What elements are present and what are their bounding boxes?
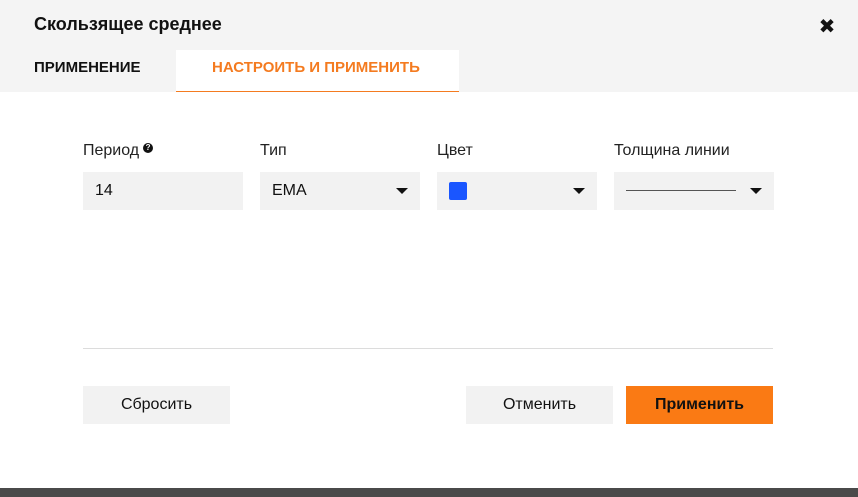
- apply-button[interactable]: Применить: [626, 386, 773, 424]
- tab-apply[interactable]: ПРИМЕНЕНИЕ: [34, 50, 176, 92]
- close-icon[interactable]: ✖: [816, 15, 838, 38]
- help-icon[interactable]: ?: [143, 143, 154, 153]
- tab-configure-label: НАСТРОИТЬ И ПРИМЕНИТЬ: [212, 59, 420, 76]
- footer-bar: [0, 488, 858, 497]
- type-value: EMA: [272, 182, 307, 199]
- chevron-down-icon: [573, 188, 585, 194]
- tab-apply-label: ПРИМЕНЕНИЕ: [34, 59, 141, 76]
- line-width-sample: [626, 190, 736, 191]
- dialog-title: Скользящее среднее: [34, 14, 222, 34]
- period-label-text: Период: [83, 142, 140, 159]
- section-divider: [83, 348, 773, 349]
- line-width-select[interactable]: [614, 172, 774, 210]
- line-width-label: Толщина линии: [614, 142, 730, 159]
- period-label: Период?: [83, 142, 154, 160]
- period-value: 14: [95, 182, 113, 199]
- dialog-header: Скользящее среднее ✖ ПРИМЕНЕНИЕ НАСТРОИТ…: [0, 0, 858, 92]
- header-fill: [459, 92, 685, 93]
- chevron-down-icon: [750, 188, 762, 194]
- reset-button[interactable]: Сбросить: [83, 386, 230, 424]
- color-label: Цвет: [437, 142, 473, 159]
- type-label: Тип: [260, 142, 287, 159]
- type-select[interactable]: EMA: [260, 172, 420, 210]
- cancel-button[interactable]: Отменить: [466, 386, 613, 424]
- chevron-down-icon: [396, 188, 408, 194]
- period-input[interactable]: 14: [83, 172, 243, 210]
- color-select[interactable]: [437, 172, 597, 210]
- tab-configure-and-apply[interactable]: НАСТРОИТЬ И ПРИМЕНИТЬ: [176, 50, 459, 92]
- color-swatch: [449, 182, 467, 200]
